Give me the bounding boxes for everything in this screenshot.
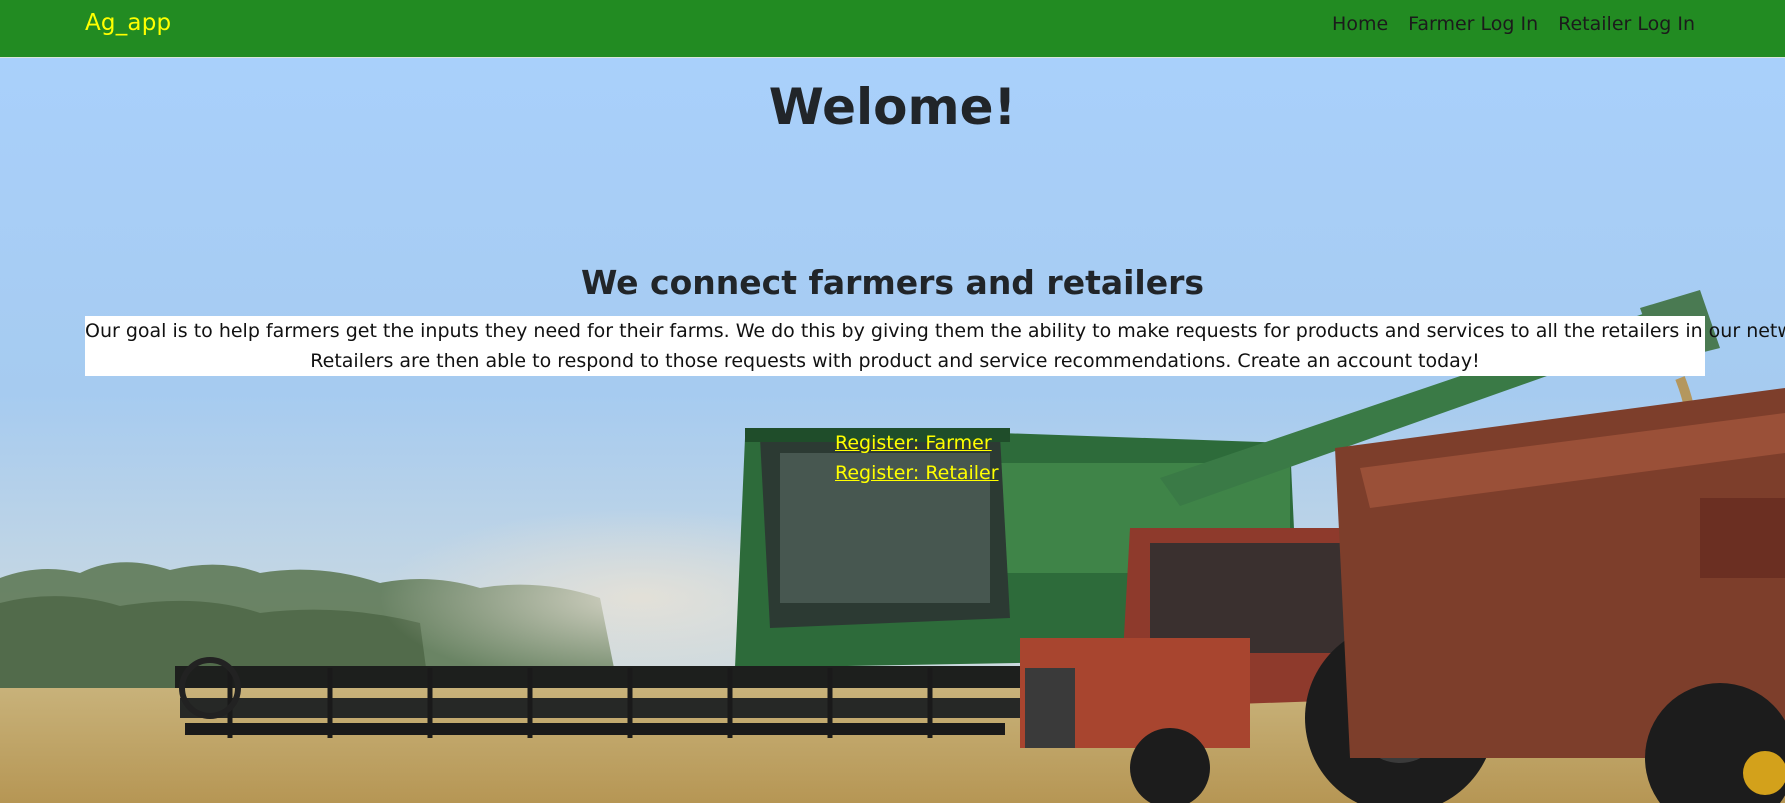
goal-text-line: Retailers are then able to respond to th… bbox=[310, 350, 1480, 372]
register-farmer-link[interactable]: Register: Farmer bbox=[835, 428, 999, 458]
register-links: Register: Farmer Register: Retailer bbox=[835, 428, 999, 488]
goal-text-line: Our goal is to help farmers get the inpu… bbox=[85, 320, 1785, 342]
top-navbar: Ag_app Home Farmer Log In Retailer Log I… bbox=[0, 0, 1785, 58]
nav-retailer-login-link[interactable]: Retailer Log In bbox=[1558, 13, 1695, 35]
page-title: Welome! bbox=[768, 78, 1017, 136]
register-retailer-link[interactable]: Register: Retailer bbox=[835, 458, 999, 488]
goal-description-box: Our goal is to help farmers get the inpu… bbox=[85, 316, 1785, 376]
hero-section: Welome! We connect farmers and retailers… bbox=[0, 58, 1785, 803]
nav-farmer-login-link[interactable]: Farmer Log In bbox=[1408, 13, 1538, 35]
nav-links: Home Farmer Log In Retailer Log In bbox=[1332, 13, 1695, 35]
tagline-heading: We connect farmers and retailers bbox=[580, 263, 1205, 302]
brand-link[interactable]: Ag_app bbox=[85, 10, 171, 36]
nav-home-link[interactable]: Home bbox=[1332, 13, 1388, 35]
